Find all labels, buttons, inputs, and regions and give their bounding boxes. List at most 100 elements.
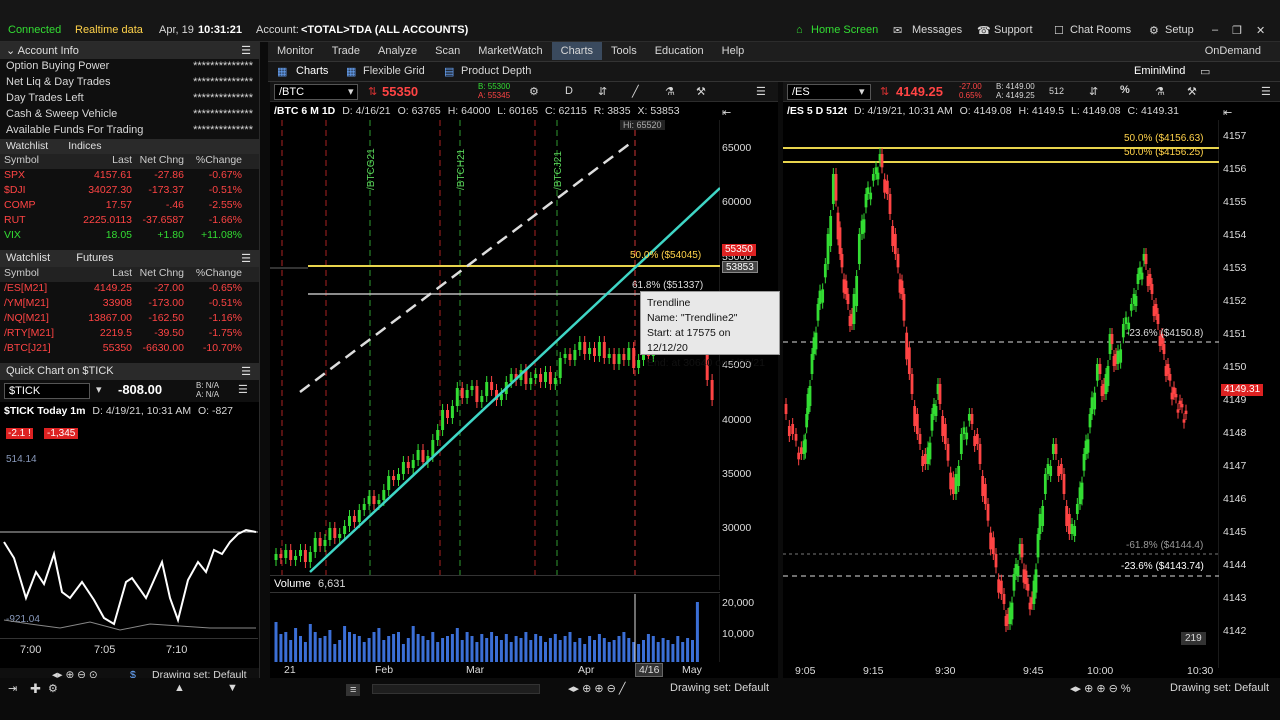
quick-chart-symbol-input[interactable]: $TICK	[4, 383, 90, 399]
tab-product-depth[interactable]: Product Depth	[461, 65, 531, 77]
account-info-header[interactable]: ⌄ Account Info ☰	[0, 42, 259, 59]
watchlist-row[interactable]: /NQ[M21] 13867.00 -162.50 -1.16%	[0, 312, 259, 327]
menu-charts[interactable]: Charts	[551, 42, 603, 60]
restore-icon[interactable]: ❐	[1232, 24, 1242, 37]
flask-icon[interactable]: ⚗	[665, 85, 675, 98]
home-screen-button[interactable]: Home Screen	[811, 24, 878, 36]
menu-analyze[interactable]: Analyze	[369, 42, 426, 60]
volume-header: Volume 6,631	[270, 575, 720, 593]
candle	[632, 348, 636, 368]
es-candle	[949, 472, 953, 490]
tab-charts[interactable]: Charts	[296, 65, 328, 77]
flask-icon[interactable]: ⚗	[1155, 85, 1165, 98]
btc-scrollbar[interactable]	[372, 684, 540, 694]
volume-bar	[357, 636, 361, 662]
menu-education[interactable]: Education	[646, 42, 713, 60]
watchlist-row[interactable]: /ES[M21] 4149.25 -27.00 -0.65%	[0, 282, 259, 297]
menu-monitor[interactable]: Monitor	[268, 42, 323, 60]
realtime-status: Realtime data	[75, 24, 143, 36]
watchlist-row[interactable]: /YM[M21] 33908 -173.00 -0.51%	[0, 297, 259, 312]
es-candle	[1010, 602, 1014, 620]
ticks-select[interactable]: 512	[1049, 86, 1064, 96]
es-candle	[814, 332, 818, 350]
volume-bar	[294, 628, 298, 662]
btc-x-cursor: 4/16	[635, 663, 664, 677]
btc-x-tick: Apr	[578, 664, 595, 676]
btc-scroll-handle[interactable]: ≡	[346, 684, 361, 696]
chevron-down-icon[interactable]: ▾	[96, 383, 102, 396]
es-candle	[1110, 334, 1114, 344]
setup-button[interactable]: Setup	[1165, 24, 1194, 36]
menu-icon[interactable]: ☰	[1261, 85, 1271, 98]
chat-rooms-button[interactable]: Chat Rooms	[1070, 24, 1131, 36]
es-candle	[997, 579, 1001, 593]
watchlist-row[interactable]: VIX 18.05 +1.80 +11.08%	[0, 229, 259, 244]
es-candle	[791, 424, 795, 434]
ondemand-button[interactable]: OnDemand	[1196, 42, 1270, 60]
style-icon[interactable]: ⚒	[1187, 85, 1197, 98]
gear-icon[interactable]: ⚙	[529, 85, 539, 98]
btc-zoom-controls[interactable]: ◂▸ ⊕ ⊕ ⊖ ╱	[568, 682, 626, 695]
messages-button[interactable]: Messages	[912, 24, 962, 36]
watchlist-indices-header[interactable]: Watchlist Indices	[0, 139, 259, 154]
es-zoom-controls[interactable]: ◂▸ ⊕ ⊕ ⊖ %	[1070, 682, 1131, 695]
chevron-down-icon[interactable]: ▾	[859, 85, 865, 98]
collapse-arrow-icon[interactable]: ⇤	[722, 106, 731, 119]
menu-icon[interactable]: ☰	[241, 252, 251, 265]
tab-flexible-grid[interactable]: Flexible Grid	[363, 65, 425, 77]
volume-plot[interactable]	[270, 594, 720, 662]
btc-chart-header: /BTC 6 M 1D D: 4/16/21 O: 63765 H: 64000…	[274, 105, 680, 117]
candle	[539, 374, 543, 382]
draw-line-icon[interactable]: ╱	[632, 85, 639, 98]
watchlist-futures-header[interactable]: Watchlist Futures ☰	[0, 250, 259, 267]
minimize-icon[interactable]: –	[1212, 24, 1218, 36]
scroll-down-icon[interactable]: ▼	[227, 682, 238, 694]
es-chart-panel[interactable]: /ES 5 D 512t D: 4/19/21, 10:31 AM O: 414…	[783, 102, 1280, 678]
es-candle	[991, 537, 995, 554]
menu-trade[interactable]: Trade	[323, 42, 369, 60]
chevron-down-icon[interactable]: ▾	[348, 85, 354, 98]
btc-symbol-input[interactable]: /BTC	[274, 84, 358, 100]
timeframe-select[interactable]: D	[565, 85, 573, 97]
candle	[441, 410, 445, 430]
btc-drawing-set[interactable]: Drawing set: Default	[670, 682, 769, 694]
es-candle	[934, 406, 938, 416]
add-icon[interactable]: ✚	[30, 681, 41, 697]
menu-icon[interactable]: ☰	[756, 85, 766, 98]
es-drawing-set[interactable]: Drawing set: Default	[1170, 682, 1269, 694]
pin-icon[interactable]: ⇵	[1089, 85, 1098, 98]
scroll-up-icon[interactable]: ▲	[174, 682, 185, 694]
pin-icon[interactable]: ⇵	[598, 85, 607, 98]
quick-chart-value: -808.00	[118, 382, 163, 397]
menu-tools[interactable]: Tools	[602, 42, 646, 60]
watchlist-row[interactable]: SPX 4157.61 -27.86 -0.67%	[0, 169, 259, 184]
btc-chart-panel[interactable]: /BTC 6 M 1D D: 4/16/21 O: 63765 H: 64000…	[270, 102, 778, 678]
watchlist-row[interactable]: $DJI 34027.30 -173.37 -0.51%	[0, 184, 259, 199]
es-candle	[1041, 506, 1045, 526]
menu-icon[interactable]: ☰	[241, 44, 251, 57]
menu-marketwatch[interactable]: MarketWatch	[469, 42, 551, 60]
menu-help[interactable]: Help	[713, 42, 754, 60]
gear-icon[interactable]: ⚙	[48, 682, 58, 695]
collapse-arrow-icon[interactable]: ⇤	[1223, 106, 1232, 119]
support-button[interactable]: Support	[994, 24, 1033, 36]
close-icon[interactable]: ✕	[1256, 24, 1265, 37]
layout-icon[interactable]: ▭	[1200, 65, 1210, 78]
watchlist-row[interactable]: /BTC[J21] 55350 -6630.00 -10.70%	[0, 342, 259, 357]
quick-chart-header[interactable]: Quick Chart on $TICK ☰	[0, 363, 259, 380]
account-select[interactable]: <TOTAL>TDA (ALL ACCOUNTS)	[301, 24, 468, 36]
btc-y-tick: 65000	[722, 142, 752, 154]
es-price-plot[interactable]	[783, 120, 1219, 668]
menu-scan[interactable]: Scan	[426, 42, 469, 60]
candle	[475, 386, 479, 402]
exit-icon[interactable]: ⇥	[8, 682, 17, 695]
quick-chart-area[interactable]: $TICK Today 1m D: 4/19/21, 10:31 AM O: -…	[0, 402, 259, 668]
menu-icon[interactable]: ☰	[238, 383, 248, 396]
watchlist-row[interactable]: RUT 2225.0113 -37.6587 -1.66%	[0, 214, 259, 229]
watchlist-row[interactable]: /RTY[M21] 2219.5 -39.50 -1.75%	[0, 327, 259, 342]
watchlist-row[interactable]: COMP 17.57 -.46 -2.55%	[0, 199, 259, 214]
es-candle	[989, 532, 993, 550]
menu-icon[interactable]: ☰	[241, 365, 251, 378]
percent-icon[interactable]: %	[1120, 84, 1130, 96]
style-icon[interactable]: ⚒	[696, 85, 706, 98]
